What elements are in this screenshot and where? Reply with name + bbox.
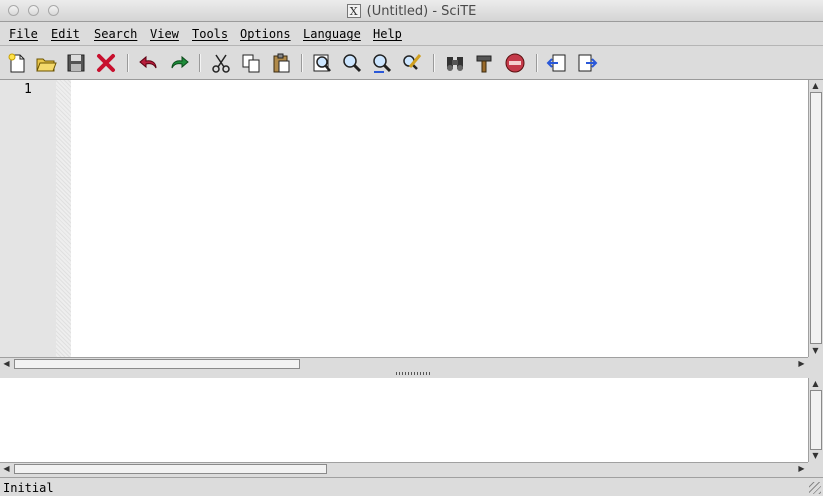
horizontal-scroll-thumb[interactable] [14, 359, 300, 369]
redo-arrow-icon [171, 55, 189, 69]
scroll-left-arrow-icon[interactable]: ◀ [0, 359, 13, 369]
scroll-corner [808, 462, 823, 477]
previous-tab-button[interactable] [545, 51, 569, 75]
open-file-button[interactable] [34, 51, 58, 75]
toolbar-separator [433, 54, 435, 72]
scissors-icon [212, 54, 230, 73]
redo-button[interactable] [167, 51, 191, 75]
magnifier-icon [343, 54, 362, 73]
vertical-scroll-thumb[interactable] [810, 390, 822, 450]
menu-options[interactable]: Options [240, 27, 291, 41]
toolbar [0, 46, 823, 80]
menu-language[interactable]: Language [303, 27, 361, 41]
toolbar-separator [301, 54, 303, 72]
save-file-button[interactable] [64, 51, 88, 75]
scroll-up-arrow-icon[interactable]: ▲ [809, 81, 822, 91]
splitter-grip-icon[interactable] [396, 372, 430, 375]
status-bar: Initial [0, 477, 823, 496]
editor-horizontal-scrollbar[interactable]: ◀ ▶ [0, 357, 808, 370]
build-button[interactable] [473, 51, 497, 75]
cut-button[interactable] [209, 51, 233, 75]
horizontal-scroll-thumb[interactable] [14, 464, 327, 474]
find-page-icon [313, 54, 331, 72]
binoculars-icon [447, 57, 463, 71]
output-vertical-scrollbar[interactable]: ▲ ▼ [808, 378, 823, 462]
replace-pencil-icon [403, 54, 422, 70]
scroll-right-arrow-icon[interactable]: ▶ [795, 359, 808, 369]
window-title: (Untitled) - SciTE [366, 3, 477, 19]
status-text: Initial [3, 481, 54, 495]
menu-file[interactable]: File [9, 27, 38, 41]
toolbar-separator [536, 54, 538, 72]
scroll-down-arrow-icon[interactable]: ▼ [809, 346, 822, 356]
toolbar-separator [127, 54, 129, 72]
output-horizontal-scrollbar[interactable]: ◀ ▶ [0, 462, 808, 475]
fold-margin[interactable] [56, 80, 71, 357]
clipboard-icon [273, 53, 290, 73]
x11-icon: X [346, 4, 361, 18]
previous-page-icon [546, 54, 566, 72]
red-x-icon [97, 54, 115, 72]
find-button[interactable] [310, 51, 334, 75]
resize-grip-icon[interactable] [809, 482, 821, 494]
floppy-disk-icon [67, 54, 85, 72]
vertical-scroll-thumb[interactable] [810, 92, 822, 344]
next-tab-button[interactable] [575, 51, 599, 75]
stop-sign-icon [505, 53, 525, 73]
find-in-files-button[interactable] [340, 51, 364, 75]
scroll-right-arrow-icon[interactable]: ▶ [795, 464, 808, 474]
menu-help[interactable]: Help [373, 27, 402, 41]
close-file-button[interactable] [94, 51, 118, 75]
copy-button[interactable] [239, 51, 263, 75]
scroll-up-arrow-icon[interactable]: ▲ [809, 379, 822, 389]
menu-edit[interactable]: Edit [51, 27, 80, 41]
line-number: 1 [24, 82, 32, 97]
compile-button[interactable] [443, 51, 467, 75]
editor-vertical-scrollbar[interactable]: ▲ ▼ [808, 80, 823, 357]
menu-bar: File Edit Search View Tools Options Lang… [0, 22, 823, 46]
new-file-icon [8, 53, 25, 73]
menu-search[interactable]: Search [94, 27, 137, 41]
paste-button[interactable] [269, 51, 293, 75]
undo-arrow-icon [139, 55, 157, 69]
hammer-icon [476, 55, 492, 73]
undo-button[interactable] [137, 51, 161, 75]
pane-splitter[interactable] [0, 370, 823, 378]
title-bar: X (Untitled) - SciTE [0, 0, 823, 22]
toolbar-separator [199, 54, 201, 72]
find-next-button[interactable] [370, 51, 394, 75]
menu-tools[interactable]: Tools [192, 27, 228, 41]
scroll-corner [808, 357, 823, 370]
open-folder-icon [36, 58, 57, 72]
copy-icon [242, 54, 260, 73]
next-page-icon [578, 54, 598, 72]
line-number-margin: 1 [0, 80, 56, 357]
menu-view[interactable]: View [150, 27, 179, 41]
scroll-down-arrow-icon[interactable]: ▼ [809, 451, 822, 461]
magnifier-next-icon [373, 54, 392, 73]
editor-pane[interactable]: 1 [0, 80, 808, 357]
stop-execution-button[interactable] [503, 51, 527, 75]
new-file-button[interactable] [5, 51, 29, 75]
output-pane[interactable] [0, 378, 808, 462]
scroll-left-arrow-icon[interactable]: ◀ [0, 464, 13, 474]
replace-button[interactable] [400, 51, 424, 75]
